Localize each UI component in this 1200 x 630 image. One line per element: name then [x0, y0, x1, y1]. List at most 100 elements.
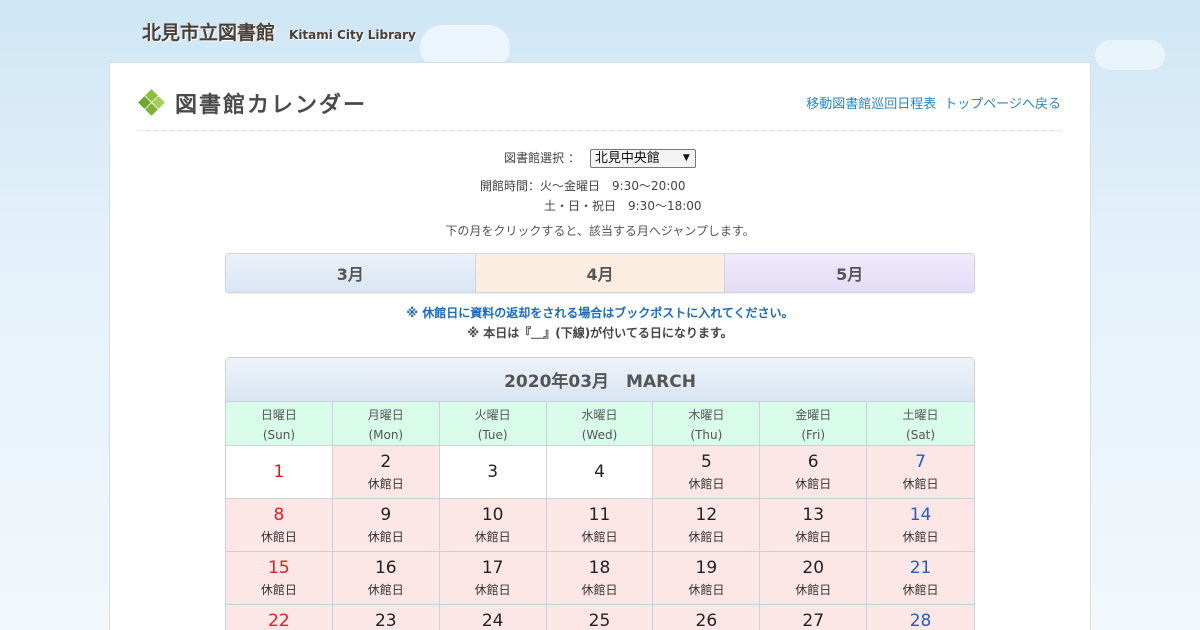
panel-header: 図書館カレンダー 移動図書館巡回日程表 トップページへ戻る	[138, 85, 1061, 131]
calendar-day-number: 8	[273, 505, 285, 525]
calendar-day-cell: 8 休館日	[226, 499, 333, 552]
calendar-day-cell: 3	[439, 446, 547, 499]
page-title-text: 図書館カレンダー	[175, 93, 368, 118]
site-subtitle: Kitami City Library	[289, 28, 416, 42]
calendar-title: 2020年03月 MARCH	[226, 358, 974, 402]
calendar-day-cell: 25休館日	[546, 605, 654, 630]
calendar-day-cell: 6 休館日	[760, 446, 868, 499]
library-select[interactable]: 北見中央館 ▼	[589, 149, 696, 168]
weekday-en: (Thu)	[690, 428, 723, 442]
closed-day-label: 休館日	[260, 583, 297, 597]
weekday-header: 土曜日 (Sat)	[867, 402, 974, 446]
calendar-day-number: 9	[380, 505, 392, 525]
weekday-en: (Fri)	[801, 428, 826, 442]
closed-day-label: 休館日	[902, 583, 939, 597]
calendar-day-number: 18	[588, 558, 611, 578]
month-tab-march[interactable]: 3月	[226, 254, 476, 292]
closed-day-label: 休館日	[688, 477, 725, 491]
weekday-header: 金曜日 (Fri)	[760, 402, 868, 446]
calendar-day-number: 27	[802, 611, 825, 630]
calendar-day-number: 4	[594, 462, 605, 482]
calendar-day-number: 3	[487, 462, 499, 482]
weekday-jp: 月曜日	[367, 408, 404, 422]
library-select-row: 図書館選択 ： 北見中央館 ▼	[110, 149, 1090, 168]
calendar-day-number: 12	[695, 505, 718, 525]
calendar-day-cell: 26休館日	[653, 605, 761, 630]
calendar-day-number: 6	[807, 452, 819, 472]
weekday-header: 火曜日 (Tue)	[439, 402, 547, 446]
calendar-day-number: 23	[374, 611, 397, 630]
calendar-day-number: 21	[909, 558, 932, 578]
closed-day-label: 休館日	[902, 530, 939, 544]
closed-day-label: 休館日	[367, 583, 404, 597]
calendar-day-number: 13	[802, 505, 825, 525]
library-select-label: 図書館選択 ：	[504, 151, 580, 165]
page-title: 図書館カレンダー	[138, 87, 368, 119]
weekday-header: 日曜日 (Sun)	[226, 402, 333, 446]
calendar-day-number: 11	[588, 505, 611, 525]
calendar-day-cell: 20 休館日	[760, 552, 868, 605]
weekday-en: (Sat)	[906, 428, 936, 442]
calendar-day-number: 16	[374, 558, 397, 578]
weekday-en: (Mon)	[368, 428, 404, 442]
month-tab-april[interactable]: 4月	[475, 254, 726, 292]
book-post-notice: ※ 休館日に資料の返却をされる場合はブックポストに入れてください。	[406, 306, 794, 320]
calendar-day-cell: 24休館日	[439, 605, 547, 630]
site-title[interactable]: 北見市立図書館	[142, 18, 275, 45]
calendar-grid: 日曜日 (Sun) 月曜日 (Mon) 火曜日 (Tue) 水曜日 (Wed) 木曜日 (Thu)…	[226, 402, 974, 630]
calendar-day-number: 25	[588, 611, 611, 630]
today-underline-notice: ※ 本日は『＿』(下線)が付いてる日になります。	[467, 326, 733, 340]
mobile-library-schedule-link[interactable]: 移動図書館巡回日程表	[806, 93, 936, 112]
closed-day-label: 休館日	[367, 530, 404, 544]
calendar-day-cell: 13 休館日	[760, 499, 868, 552]
calendar-day-cell: 14 休館日	[867, 499, 974, 552]
weekday-header: 水曜日 (Wed)	[546, 402, 654, 446]
calendar-day-number: 20	[802, 558, 825, 578]
weekday-en: (Tue)	[477, 428, 508, 442]
closed-day-label: 休館日	[795, 530, 832, 544]
calendar-day-cell: 15 休館日	[226, 552, 333, 605]
weekday-header: 木曜日 (Thu)	[653, 402, 761, 446]
calendar-day-cell: 22休館日	[226, 605, 333, 630]
library-select-value: 北見中央館	[594, 151, 660, 166]
calendar-day-cell: 28休館日	[867, 605, 974, 630]
calendar-day-cell: 18 休館日	[546, 552, 654, 605]
opening-hours-weekend: 土・日・祝日 9:30～18:00	[544, 199, 702, 213]
diamond-cluster-icon	[138, 89, 165, 116]
weekday-jp: 木曜日	[688, 408, 725, 422]
calendar-day-cell: 17 休館日	[439, 552, 547, 605]
background-cloud	[1095, 40, 1165, 70]
calendar-day-cell: 27休館日	[760, 605, 868, 630]
back-to-top-link[interactable]: トップページへ戻る	[944, 93, 1061, 112]
calendar-day-number: 22	[268, 611, 290, 630]
calendar: 2020年03月 MARCH 日曜日 (Sun) 月曜日 (Mon) 火曜日 (Tue) 水…	[225, 357, 975, 630]
weekday-en: (Sun)	[262, 428, 296, 442]
calendar-day-number: 28	[909, 611, 932, 630]
weekday-en: (Wed)	[581, 428, 618, 442]
closed-day-label: 休館日	[795, 477, 832, 491]
closed-day-label: 休館日	[902, 477, 939, 491]
weekday-jp: 水曜日	[581, 408, 618, 422]
closed-day-label: 休館日	[260, 530, 297, 544]
closed-day-label: 休館日	[581, 583, 618, 597]
calendar-day-number: 2	[380, 452, 392, 472]
calendar-day-number: 1	[273, 462, 285, 482]
calendar-day-cell: 11 休館日	[546, 499, 654, 552]
closed-day-label: 休館日	[688, 583, 725, 597]
calendar-day-cell: 2 休館日	[332, 446, 440, 499]
calendar-day-cell: 9 休館日	[332, 499, 440, 552]
calendar-day-number: 10	[481, 505, 504, 525]
weekday-jp: 火曜日	[474, 408, 511, 422]
calendar-day-number: 14	[909, 505, 932, 525]
month-tab-may[interactable]: 5月	[725, 254, 974, 292]
calendar-day-cell: 7 休館日	[867, 446, 974, 499]
main-panel: 図書館カレンダー 移動図書館巡回日程表 トップページへ戻る 図書館選択 ： 北見…	[109, 62, 1091, 630]
calendar-day-number: 24	[481, 611, 504, 630]
weekday-header: 月曜日 (Mon)	[332, 402, 440, 446]
closed-day-label: 休館日	[367, 477, 404, 491]
closed-day-label: 休館日	[474, 530, 511, 544]
calendar-day-number: 5	[700, 452, 712, 472]
calendar-day-cell: 10 休館日	[439, 499, 547, 552]
calendar-day-number: 15	[268, 558, 290, 578]
calendar-day-cell: 16 休館日	[332, 552, 440, 605]
